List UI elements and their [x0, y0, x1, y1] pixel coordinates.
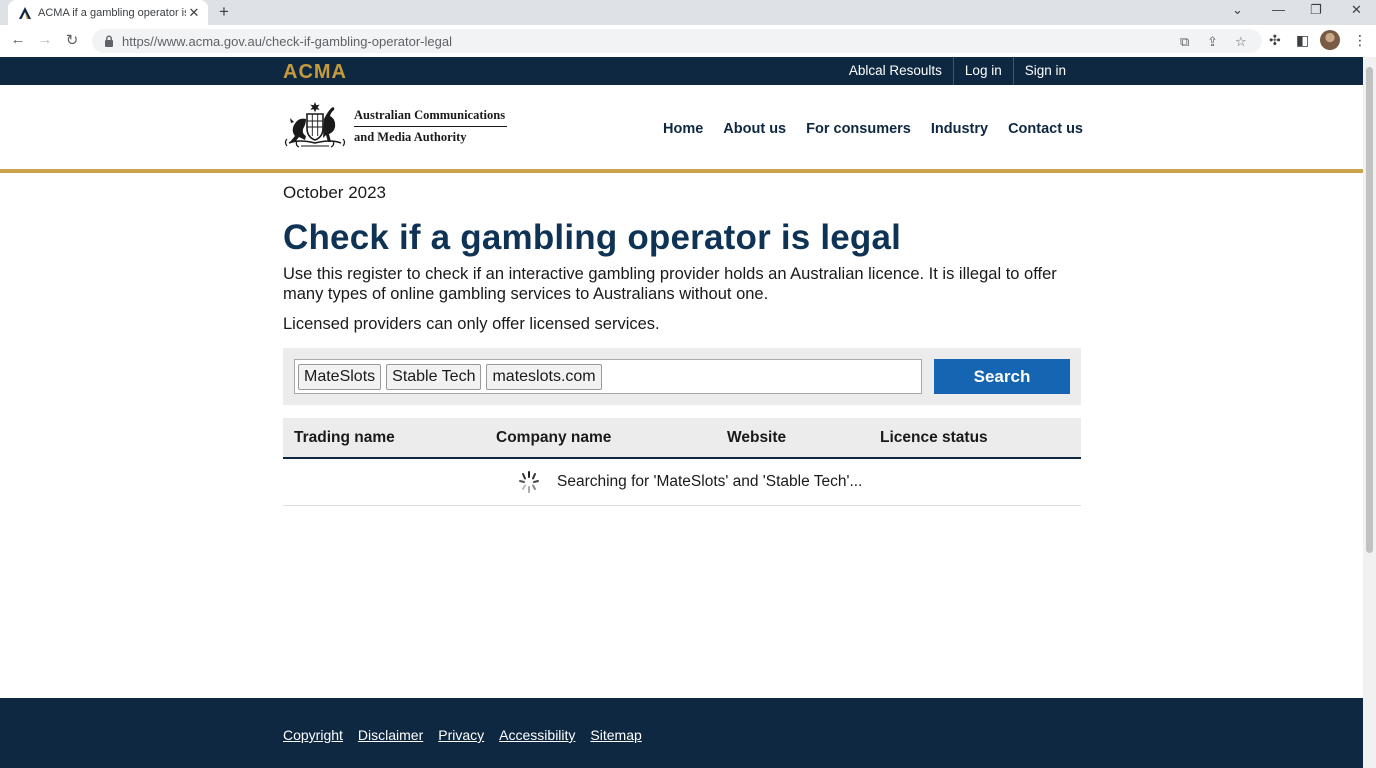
nav-for-consumers[interactable]: For consumers: [806, 121, 911, 137]
results-table: Trading name Company name Website Licenc…: [283, 418, 1081, 506]
footer-link-disclaimer[interactable]: Disclaimer: [358, 727, 423, 743]
site-footer: Copyright Disclaimer Privacy Accessibili…: [0, 698, 1363, 768]
column-header-website[interactable]: Website: [727, 429, 786, 447]
column-header-trading-name[interactable]: Trading name: [294, 429, 395, 447]
utility-link-results[interactable]: Ablcal Resoults: [838, 57, 953, 85]
column-header-licence-status[interactable]: Licence status: [880, 429, 988, 447]
side-panel-icon[interactable]: ◧: [1296, 32, 1309, 49]
nav-contact-us[interactable]: Contact us: [1008, 121, 1083, 137]
bookmark-star-icon[interactable]: ☆: [1235, 34, 1247, 50]
close-window-icon[interactable]: ✕: [1351, 2, 1362, 18]
forward-icon[interactable]: →: [35, 31, 55, 48]
brand-name-line2: and Media Authority: [354, 129, 467, 144]
column-header-company-name[interactable]: Company name: [496, 429, 611, 447]
licensed-note: Licensed providers can only offer licens…: [283, 315, 660, 333]
footer-link-privacy[interactable]: Privacy: [438, 727, 484, 743]
search-chip[interactable]: Stable Tech: [386, 363, 482, 390]
restore-icon[interactable]: ❐: [1310, 2, 1322, 18]
browser-tab[interactable]: ACMA if a gambling operator is ✕: [8, 0, 208, 25]
browser-toolbar: ← → ↻ https//www.acma.gov.au/check-if-ga…: [0, 25, 1376, 58]
utility-bar: ACMA Ablcal Resoults Log in Sign in: [0, 57, 1363, 85]
brand-logo[interactable]: Australian Communications and Media Auth…: [281, 101, 508, 151]
reload-icon[interactable]: ↻: [62, 31, 82, 49]
loading-text: Searching for 'MateSlots' and 'Stable Te…: [557, 473, 863, 490]
intro-paragraph: Use this register to check if an interac…: [283, 265, 1057, 303]
search-chip[interactable]: mateslots.com: [486, 363, 602, 390]
signin-link[interactable]: Sign in: [1012, 57, 1077, 85]
search-chip[interactable]: MateSlots: [298, 363, 382, 390]
site-header: Australian Communications and Media Auth…: [0, 85, 1363, 173]
loading-spinner-icon: [519, 471, 539, 493]
acma-logo[interactable]: ACMA: [283, 61, 347, 84]
loading-row: Searching for 'MateSlots' and 'Stable Te…: [283, 459, 1081, 506]
more-menu-icon[interactable]: ⋮: [1353, 32, 1367, 49]
scrollbar-thumb[interactable]: [1366, 67, 1373, 553]
results-header: Trading name Company name Website Licenc…: [283, 418, 1081, 459]
coat-of-arms-icon: [284, 102, 346, 148]
search-panel: MateSlots Stable Tech mateslots.com Sear…: [283, 348, 1081, 405]
close-tab-icon[interactable]: ✕: [186, 5, 202, 21]
utility-links: Ablcal Resoults Log in Sign in: [838, 57, 1077, 85]
search-input[interactable]: MateSlots Stable Tech mateslots.com: [294, 359, 922, 394]
login-link[interactable]: Log in: [952, 57, 1013, 85]
back-icon[interactable]: ←: [8, 31, 28, 48]
footer-link-accessibility[interactable]: Accessibility: [499, 727, 575, 743]
tab-search-icon[interactable]: ⌄: [1232, 2, 1243, 18]
nav-home[interactable]: Home: [663, 121, 703, 137]
extensions-icon[interactable]: ✣: [1269, 32, 1281, 49]
page: ACMA Ablcal Resoults Log in Sign in Aust…: [0, 57, 1363, 768]
footer-link-sitemap[interactable]: Sitemap: [590, 727, 641, 743]
profile-avatar[interactable]: [1320, 30, 1340, 50]
brand-name-line1: Australian Communications: [354, 105, 508, 127]
address-bar[interactable]: https//www.acma.gov.au/check-if-gambling…: [92, 29, 1262, 53]
tab-title: ACMA if a gambling operator is: [38, 6, 186, 19]
url-text[interactable]: https//www.acma.gov.au/check-if-gambling…: [122, 34, 452, 49]
search-button[interactable]: Search: [934, 359, 1070, 394]
brand-text: Australian Communications and Media Auth…: [354, 105, 508, 148]
translate-icon[interactable]: ⧉: [1180, 34, 1189, 50]
new-tab-icon[interactable]: +: [219, 2, 229, 22]
nav-industry[interactable]: Industry: [931, 121, 988, 137]
main-nav: Home About us For consumers Industry Con…: [643, 121, 1083, 137]
share-icon[interactable]: ⇪: [1207, 34, 1218, 50]
page-title: Check if a gambling operator is legal: [283, 218, 902, 257]
nav-about-us[interactable]: About us: [723, 121, 786, 137]
browser-tab-strip: ACMA if a gambling operator is ✕ + ⌄ — ❐…: [0, 0, 1376, 25]
lock-icon[interactable]: [102, 34, 116, 48]
footer-link-copyright[interactable]: Copyright: [283, 727, 343, 743]
page-scrollbar[interactable]: [1363, 57, 1376, 768]
footer-links: Copyright Disclaimer Privacy Accessibili…: [283, 727, 657, 743]
main-content: October 2023 Check if a gambling operato…: [283, 183, 1083, 334]
acma-favicon-icon: [18, 6, 32, 20]
page-date: October 2023: [283, 183, 387, 202]
minimize-icon[interactable]: —: [1272, 2, 1285, 17]
